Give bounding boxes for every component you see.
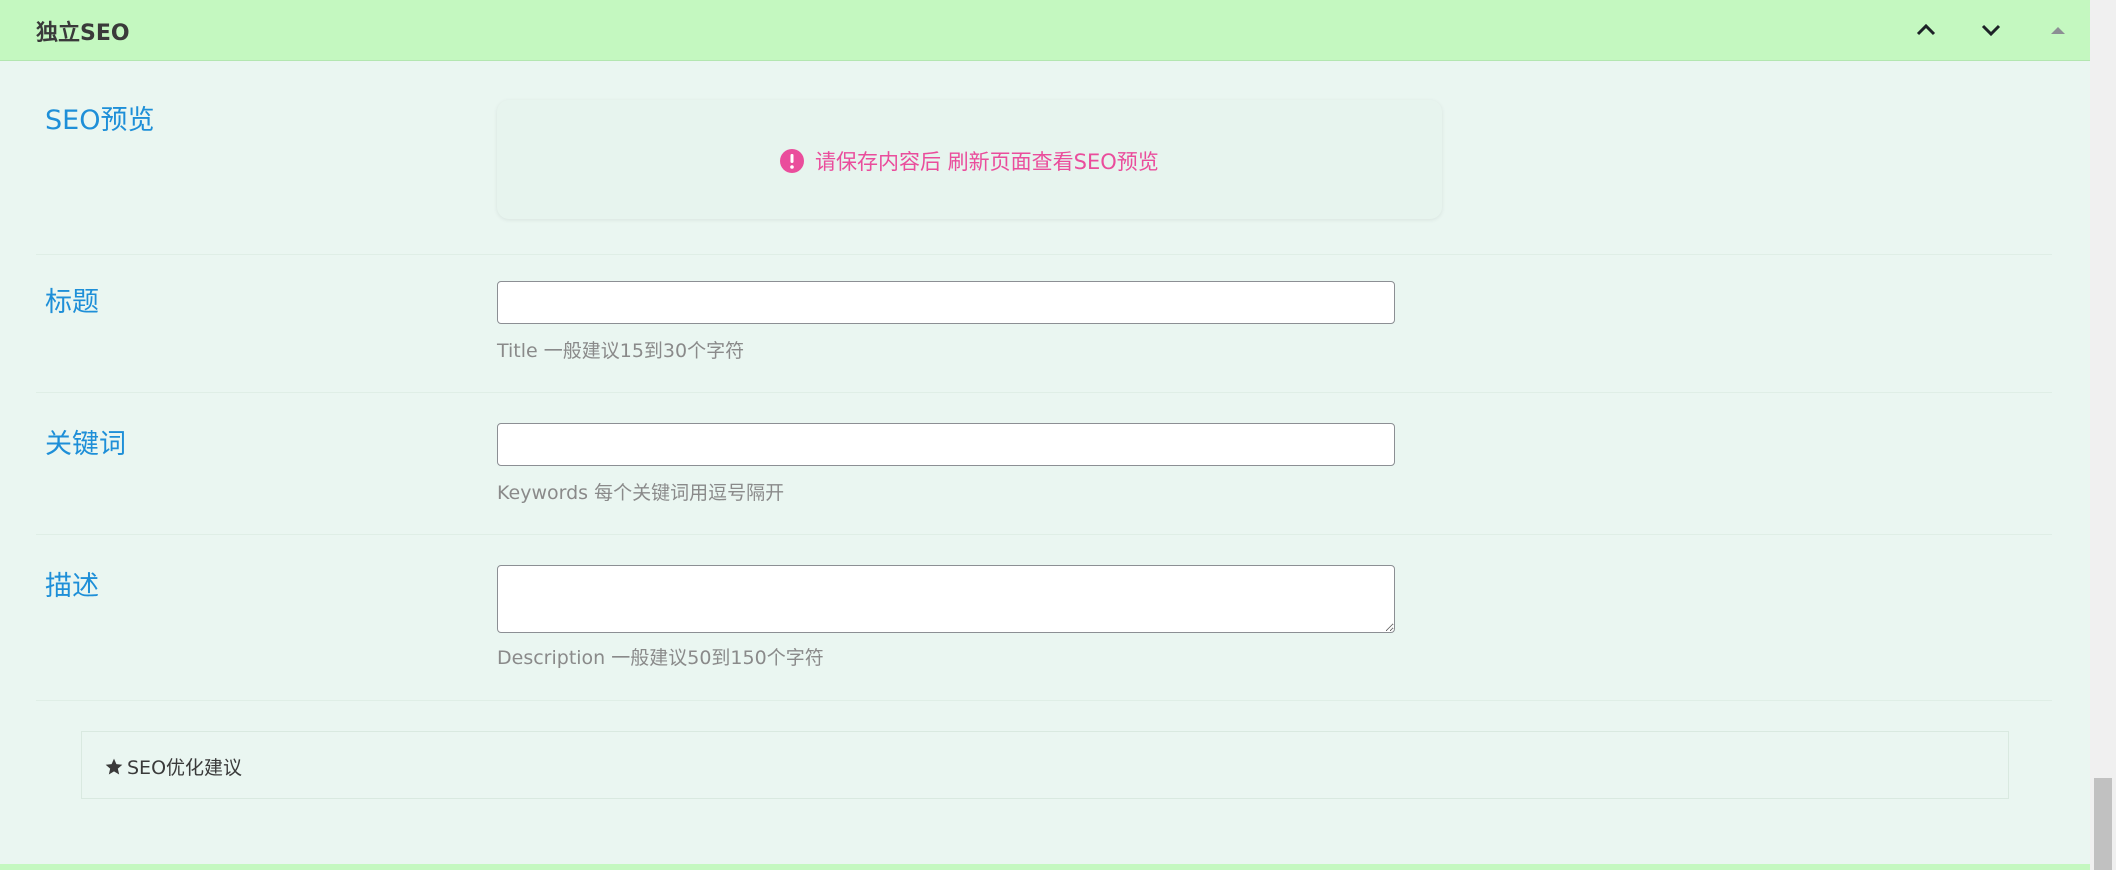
triangle-up-icon — [2051, 27, 2065, 34]
move-down-button[interactable] — [1971, 10, 2011, 50]
description-label: 描述 — [45, 571, 99, 602]
scrollbar-thumb[interactable] — [2094, 778, 2112, 870]
next-metabox-edge — [0, 864, 2090, 870]
title-hint: Title 一般建议15到30个字符 — [497, 340, 745, 362]
seo-tips-box[interactable]: SEO优化建议 — [81, 731, 2009, 799]
star-icon — [105, 758, 123, 774]
seo-metabox: 独立SEO SEO预览 请保存内容后 刷新页面查看SEO预览 标题 Title … — [0, 0, 2090, 866]
seo-preview-box: 请保存内容后 刷新页面查看SEO预览 — [497, 100, 1442, 219]
toggle-panel-button[interactable] — [2038, 10, 2078, 50]
page-scrollbar[interactable] — [2090, 0, 2116, 870]
seo-tips-toggle[interactable]: SEO优化建议 — [104, 753, 242, 780]
alert-circle-icon — [780, 149, 804, 173]
page: 独立SEO SEO预览 请保存内容后 刷新页面查看SEO预览 标题 Title … — [0, 0, 2116, 870]
keywords-hint: Keywords 每个关键词用逗号隔开 — [497, 482, 785, 504]
keywords-input[interactable] — [497, 423, 1395, 466]
metabox-header[interactable]: 独立SEO — [0, 0, 2090, 61]
seo-tips-label: SEO优化建议 — [127, 757, 243, 779]
chevron-up-icon — [1916, 23, 1936, 36]
seo-preview-message: 请保存内容后 刷新页面查看SEO预览 — [780, 146, 1159, 176]
move-up-button[interactable] — [1906, 10, 1946, 50]
keywords-label: 关键词 — [45, 429, 126, 460]
description-hint: Description 一般建议50到150个字符 — [497, 647, 824, 669]
title-input[interactable] — [497, 281, 1395, 324]
chevron-down-icon — [1981, 24, 2001, 37]
title-label: 标题 — [45, 287, 99, 318]
seo-preview-message-text: 请保存内容后 刷新页面查看SEO预览 — [815, 150, 1159, 174]
seo-preview-label: SEO预览 — [45, 105, 155, 136]
description-textarea[interactable] — [497, 565, 1395, 633]
metabox-title: 独立SEO — [36, 21, 130, 46]
